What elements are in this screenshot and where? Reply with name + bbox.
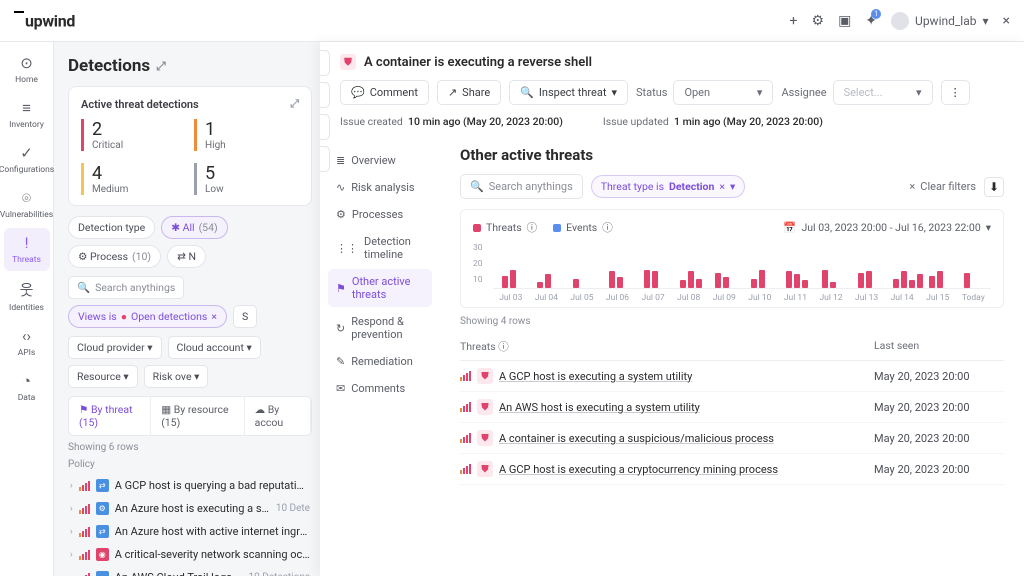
legend-threats: Threats ⓘ — [473, 220, 537, 235]
policy-label: Policy — [68, 459, 312, 470]
tab-by-threat[interactable]: ⚑ By threat (15) — [69, 397, 151, 435]
rail-threats[interactable]: !Threats — [4, 228, 50, 271]
created-value: 10 min ago (May 20, 2023 20:00) — [408, 115, 563, 128]
panel-up-button[interactable]: ↑ — [320, 114, 330, 140]
search-input[interactable]: 🔍 Search anythings — [68, 276, 184, 299]
filter-cloud-account[interactable]: Cloud account ▾ — [168, 336, 261, 359]
comment-button[interactable]: 💬 Comment — [340, 80, 429, 105]
panel-nav: ≣Overview∿Risk analysis⚙Processes⋮⋮Detec… — [320, 138, 440, 576]
showing-label: Showing 6 rows — [68, 442, 312, 453]
pnav-risk-analysis[interactable]: ∿Risk analysis — [328, 175, 432, 200]
nav-rail: ⊙Home≡Inventory✓Configurations⌾Vulnerabi… — [0, 42, 54, 576]
user-menu[interactable]: Upwind_lab▾ — [891, 12, 988, 30]
assignee-label: Assignee — [781, 86, 826, 99]
chip-process[interactable]: ⚙ Process (10) — [68, 245, 161, 268]
save-view-button[interactable]: S — [233, 305, 257, 328]
panel-down-button[interactable]: ↓ — [320, 146, 330, 172]
created-label: Issue created — [340, 115, 403, 128]
notifications-icon[interactable]: ✦1 — [865, 13, 877, 29]
chip-detection-type[interactable]: Detection type — [68, 216, 155, 239]
threat-chart: Threats ⓘ Events ⓘ 📅 Jul 03, 2023 20:00 … — [460, 209, 1004, 308]
panel-icon[interactable]: ▣ — [838, 13, 851, 29]
threats-search-input[interactable]: 🔍 Search anythings — [460, 174, 583, 199]
stat-low: 5Low — [194, 163, 299, 195]
clear-filters-button[interactable]: × Clear filters — [909, 180, 976, 193]
policy-row[interactable]: ›⇄A GCP host is querying a bad reputatio… — [68, 474, 312, 497]
legend-events: Events ⓘ — [553, 220, 613, 235]
assignee-select[interactable]: Select...▾ — [833, 80, 933, 105]
chip-all[interactable]: ✱ All (54) — [161, 216, 227, 239]
date-range-picker[interactable]: 📅 Jul 03, 2023 20:00 - Jul 16, 2023 22:0… — [783, 221, 991, 234]
updated-value: 1 min ago (May 20, 2023 20:00) — [674, 115, 823, 128]
filter-resource[interactable]: Resource ▾ — [68, 365, 138, 388]
rail-identities[interactable]: 웃Identities — [4, 273, 50, 319]
add-icon[interactable]: + — [790, 13, 798, 29]
updated-label: Issue updated — [603, 115, 669, 128]
filter-remove-icon[interactable]: × — [719, 180, 725, 193]
more-actions-button[interactable]: ⋮ — [941, 80, 970, 105]
brand-logo: upwind — [14, 11, 75, 30]
rail-vulnerabilities[interactable]: ⌾Vulnerabilities — [4, 183, 50, 226]
rail-apis[interactable]: ‹›APIs — [4, 321, 50, 364]
policy-row[interactable]: ›◉A critical-severity network scanning o… — [68, 543, 312, 566]
pnav-overview[interactable]: ≣Overview — [328, 148, 432, 173]
stat-high: 1High — [194, 119, 299, 151]
policy-row[interactable]: ›⚙An Azure host is executing a system ut… — [68, 497, 312, 520]
close-icon[interactable]: × — [1003, 13, 1010, 29]
pnav-remediation[interactable]: ✎Remediation — [328, 349, 432, 374]
maximize-icon[interactable]: ⤢ — [290, 97, 299, 111]
active-detections-card: Active threat detections ⤢ 2Critical1Hig… — [68, 86, 312, 206]
rows-count: Showing 4 rows — [460, 316, 1004, 327]
shield-icon: ⛊ — [340, 54, 356, 70]
threat-row[interactable]: ⛊A GCP host is executing a cryptocurrenc… — [460, 454, 1004, 485]
filter-cloud-provider[interactable]: Cloud provider ▾ — [68, 336, 162, 359]
share-button[interactable]: ↗ Share — [437, 80, 501, 105]
rail-data[interactable]: ◔Data — [4, 366, 50, 409]
pnav-comments[interactable]: ✉Comments — [328, 376, 432, 401]
section-title: Other active threats — [460, 146, 1004, 164]
views-chip[interactable]: Views is ● Open detections × — [68, 305, 227, 328]
status-label: Status — [636, 86, 667, 99]
card-title: Active threat detections — [81, 98, 199, 111]
rail-inventory[interactable]: ≡Inventory — [4, 93, 50, 136]
inspect-threat-button[interactable]: 🔍 Inspect threat ▾ — [509, 80, 628, 105]
expand-icon[interactable]: ⤢ — [156, 59, 166, 74]
policy-row[interactable]: ›⇄An Azure host with active internet ing… — [68, 520, 312, 543]
panel-close-button[interactable]: × — [320, 50, 330, 76]
col-last-seen: Last seen — [874, 339, 1004, 354]
rail-configurations[interactable]: ✓Configurations — [4, 138, 50, 181]
threat-row[interactable]: ⛊A GCP host is executing a system utilit… — [460, 361, 1004, 392]
pnav-detection-timeline[interactable]: ⋮⋮Detection timeline — [328, 229, 432, 267]
chip-n[interactable]: ⇄ N — [167, 245, 206, 268]
download-button[interactable]: ⬇ — [984, 177, 1004, 197]
pnav-other-active-threats[interactable]: ⚑Other active threats — [328, 269, 432, 307]
policy-row[interactable]: ›☁An AWS Cloud Trail logs title10 Detect… — [68, 566, 312, 576]
tab-by-resource[interactable]: ▦ By resource (15) — [151, 397, 244, 435]
stat-medium: 4Medium — [81, 163, 186, 195]
threat-row[interactable]: ⛊An AWS host is executing a system utili… — [460, 392, 1004, 423]
page-title: Detections ⤢ — [68, 56, 312, 76]
filter-risk-ove[interactable]: Risk ove ▾ — [144, 365, 209, 388]
pnav-respond-prevention[interactable]: ↻Respond & prevention — [328, 309, 432, 347]
threat-row[interactable]: ⛊A container is executing a suspicious/m… — [460, 423, 1004, 454]
chip-remove-icon[interactable]: × — [211, 310, 217, 323]
pnav-processes[interactable]: ⚙Processes — [328, 202, 432, 227]
col-threats: Threats ⓘ — [460, 339, 874, 354]
settings-icon[interactable]: ⚙ — [812, 13, 825, 29]
tab-by-accou[interactable]: ☁ By accou — [245, 397, 311, 435]
panel-collapse-button[interactable]: « — [320, 82, 330, 108]
status-select[interactable]: Open▾ — [673, 80, 773, 105]
rail-home[interactable]: ⊙Home — [4, 48, 50, 91]
stat-critical: 2Critical — [81, 119, 186, 151]
threat-type-filter[interactable]: Threat type is Detection × ▾ — [591, 175, 746, 198]
panel-title: ⛊ A container is executing a reverse she… — [340, 54, 1004, 70]
